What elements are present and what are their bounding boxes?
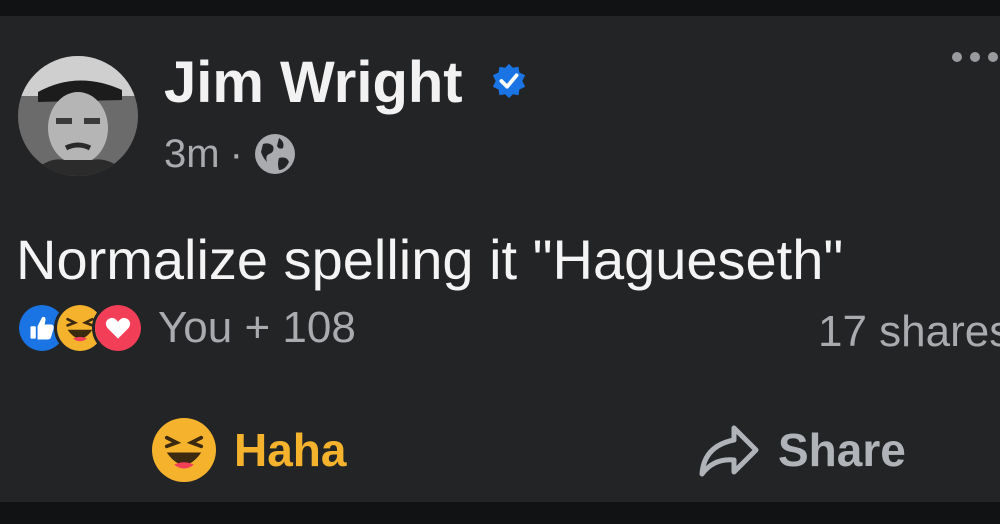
- reaction-summary[interactable]: You + 108: [16, 302, 356, 354]
- avatar[interactable]: [18, 56, 138, 176]
- more-options-button[interactable]: [952, 52, 998, 62]
- globe-icon: [254, 134, 295, 174]
- haha-icon: [152, 418, 216, 482]
- more-dot: [952, 52, 962, 62]
- share-label: Share: [778, 424, 906, 476]
- meta-separator: ·: [229, 132, 243, 176]
- author-name[interactable]: Jim Wright: [164, 50, 463, 116]
- share-button[interactable]: Share: [698, 414, 906, 486]
- post-meta: 3m ·: [164, 130, 297, 178]
- verified-badge-icon: [492, 63, 526, 99]
- reaction-count: You + 108: [158, 303, 356, 352]
- haha-label: Haha: [234, 424, 347, 476]
- share-count[interactable]: 17 shares: [818, 306, 1000, 358]
- share-arrow-icon: [699, 425, 759, 477]
- haha-reaction-button[interactable]: Haha: [152, 414, 346, 486]
- love-icon: [92, 302, 144, 354]
- post-card: Jim Wright 3m · Normalize spelling it "H…: [0, 16, 1000, 502]
- post-text: Normalize spelling it "Hagueseth": [16, 228, 844, 291]
- more-dot: [970, 52, 980, 62]
- timestamp[interactable]: 3m: [164, 130, 220, 178]
- more-dot: [988, 52, 998, 62]
